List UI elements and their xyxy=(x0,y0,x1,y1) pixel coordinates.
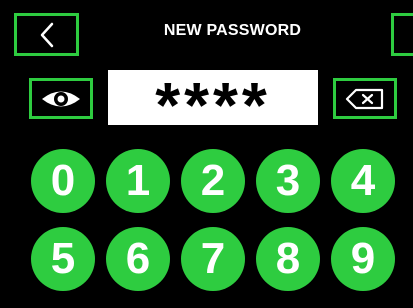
key-1[interactable]: 1 xyxy=(106,149,170,213)
key-2[interactable]: 2 xyxy=(181,149,245,213)
key-5[interactable]: 5 xyxy=(31,227,95,291)
key-4[interactable]: 4 xyxy=(331,149,395,213)
key-3[interactable]: 3 xyxy=(256,149,320,213)
key-7[interactable]: 7 xyxy=(181,227,245,291)
key-6[interactable]: 6 xyxy=(106,227,170,291)
key-8[interactable]: 8 xyxy=(256,227,320,291)
numeric-keypad: 0 1 2 3 4 5 6 7 8 9 xyxy=(0,0,413,308)
key-9[interactable]: 9 xyxy=(331,227,395,291)
key-0[interactable]: 0 xyxy=(31,149,95,213)
